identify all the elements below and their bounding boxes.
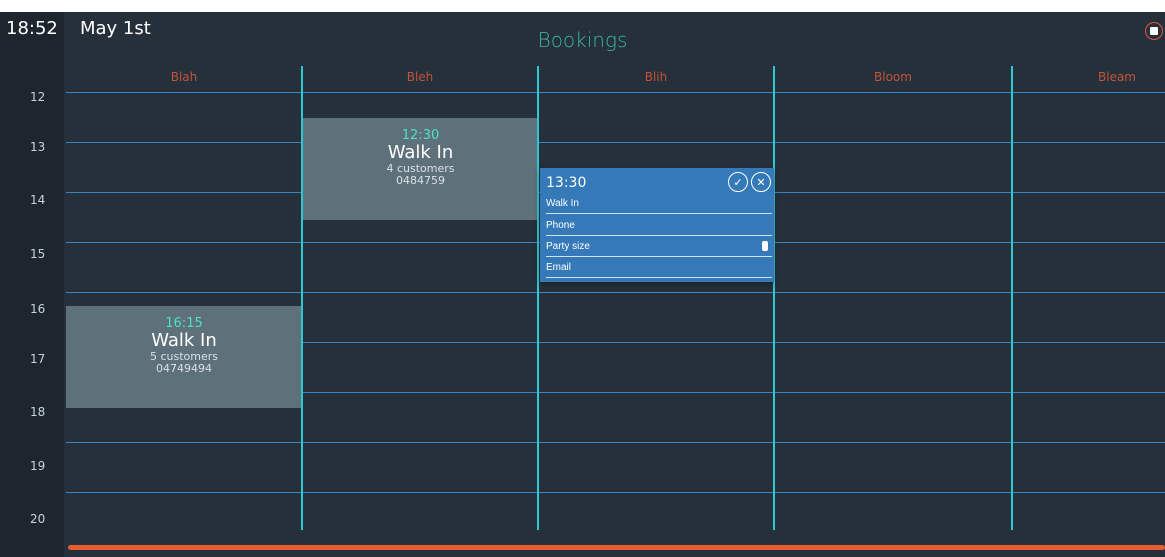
column-divider xyxy=(537,66,539,530)
column-header-bleh[interactable]: Bleh xyxy=(302,70,538,84)
hour-label: 15 xyxy=(30,247,46,261)
email-field[interactable]: Email xyxy=(546,260,772,278)
booking-phone: 04749494 xyxy=(156,362,212,375)
hour-label: 13 xyxy=(30,140,46,154)
column-header-bloom[interactable]: Bloom xyxy=(774,70,1012,84)
column-divider xyxy=(773,66,775,530)
close-icon: ✕ xyxy=(756,175,766,189)
hour-label: 12 xyxy=(30,90,46,104)
booking-card[interactable]: 16:15 Walk In 5 customers 04749494 xyxy=(66,306,302,408)
booking-name: Walk In xyxy=(151,330,217,351)
phone-field[interactable]: Phone xyxy=(546,218,772,236)
column-header-blah[interactable]: Blah xyxy=(66,70,302,84)
hour-label: 19 xyxy=(30,459,46,473)
hour-line xyxy=(66,92,1165,93)
column-header-bleam[interactable]: Bleam xyxy=(1012,70,1165,84)
editor-time: 13:30 xyxy=(546,175,587,191)
booking-name: Walk In xyxy=(387,142,454,163)
page-title: Bookings xyxy=(537,28,628,52)
record-icon xyxy=(1150,27,1158,35)
confirm-button[interactable]: ✓ xyxy=(728,172,748,192)
hour-label: 14 xyxy=(30,193,46,207)
new-booking-editor: 13:30 ✓ ✕ Walk In Phone Party size Email xyxy=(540,168,774,282)
hour-label: 16 xyxy=(30,302,46,316)
booking-card[interactable]: 12:30 Walk In 4 customers 0484759 xyxy=(303,118,538,220)
party-size-placeholder: Party size xyxy=(546,241,590,252)
booking-time: 16:15 xyxy=(165,316,203,331)
check-icon: ✓ xyxy=(733,175,743,189)
column-divider xyxy=(1011,66,1013,530)
hour-line xyxy=(66,292,1165,293)
stepper-icon[interactable] xyxy=(762,241,768,251)
hour-line xyxy=(66,492,1165,493)
cancel-button[interactable]: ✕ xyxy=(751,172,771,192)
hour-label: 18 xyxy=(30,405,46,419)
column-divider xyxy=(301,66,303,530)
record-button[interactable] xyxy=(1145,22,1163,40)
bookings-app: 12 13 14 15 16 17 18 19 20 18:52 May 1st… xyxy=(0,12,1165,557)
hour-line xyxy=(66,442,1165,443)
progress-bar xyxy=(68,545,1165,550)
booking-time: 12:30 xyxy=(401,128,440,143)
column-header-blih[interactable]: Blih xyxy=(538,70,774,84)
party-size-field[interactable]: Party size xyxy=(546,239,772,257)
time-gutter: 12 13 14 15 16 17 18 19 20 xyxy=(0,12,64,557)
hour-label: 17 xyxy=(30,352,46,366)
booking-phone: 0484759 xyxy=(396,174,445,187)
hour-line xyxy=(66,142,1165,143)
hour-label: 20 xyxy=(30,512,46,526)
name-field[interactable]: Walk In xyxy=(546,196,772,214)
